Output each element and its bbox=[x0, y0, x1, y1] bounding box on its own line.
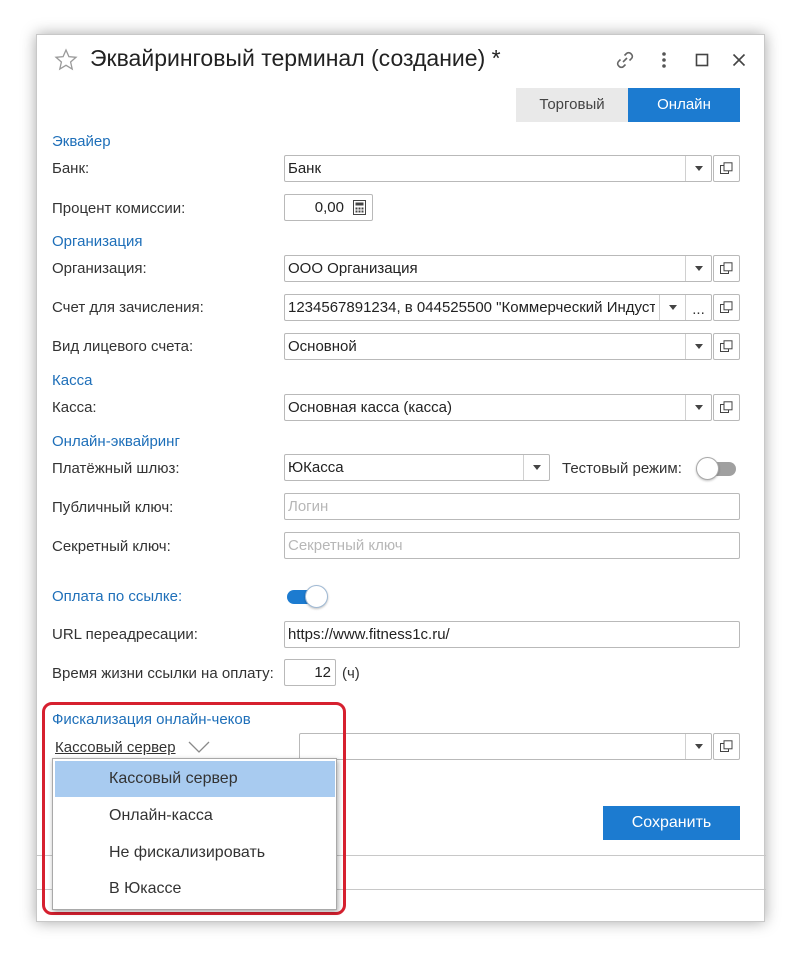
organization-field[interactable]: ООО Организация bbox=[284, 255, 712, 282]
chevron-down-icon bbox=[532, 465, 541, 470]
bank-field[interactable]: Банк bbox=[284, 155, 712, 182]
account-dropdown-button[interactable] bbox=[659, 295, 685, 320]
toggle-knob bbox=[696, 457, 719, 480]
more-button[interactable] bbox=[651, 47, 677, 73]
bank-dropdown-button[interactable] bbox=[685, 156, 711, 181]
cashbox-dropdown-button[interactable] bbox=[685, 395, 711, 420]
tab-trade[interactable]: Торговый bbox=[516, 88, 628, 122]
public-key-placeholder: Логин bbox=[288, 498, 329, 515]
organization-open-button[interactable] bbox=[713, 255, 740, 282]
section-cashbox: Касса bbox=[52, 372, 93, 389]
bank-value: Банк bbox=[288, 160, 322, 177]
chevron-down-icon bbox=[694, 744, 703, 749]
link-icon bbox=[616, 51, 634, 69]
fiscal-device-open-button[interactable] bbox=[713, 733, 740, 760]
public-key-label: Публичный ключ: bbox=[52, 499, 174, 516]
chevron-down-icon bbox=[694, 166, 703, 171]
open-form-icon bbox=[720, 740, 733, 752]
redirect-url-value: https://www.fitness1c.ru/ bbox=[288, 626, 450, 643]
account-type-open-button[interactable] bbox=[713, 333, 740, 360]
link-lifetime-unit: (ч) bbox=[342, 665, 360, 682]
chevron-down-icon bbox=[694, 266, 703, 271]
maximize-icon bbox=[695, 53, 709, 67]
gateway-value: ЮКасса bbox=[288, 459, 344, 476]
fiscal-device-field[interactable] bbox=[299, 733, 712, 760]
tab-online[interactable]: Онлайн bbox=[628, 88, 740, 122]
organization-dropdown-button[interactable] bbox=[685, 256, 711, 281]
maximize-button[interactable] bbox=[689, 47, 715, 73]
dropdown-option-online-cashbox[interactable]: Онлайн-касса bbox=[55, 798, 335, 834]
commission-value: 0,00 bbox=[314, 199, 344, 216]
calculator-icon bbox=[352, 200, 366, 215]
dropdown-option-no-fiscalization[interactable]: Не фискализировать bbox=[55, 835, 335, 871]
more-vertical-icon bbox=[662, 52, 666, 68]
gateway-dropdown-button[interactable] bbox=[523, 455, 549, 480]
cashbox-value: Основная касса (касса) bbox=[288, 399, 452, 416]
public-key-input[interactable]: Логин bbox=[284, 493, 740, 520]
redirect-url-label: URL переадресации: bbox=[52, 626, 198, 643]
gateway-label: Платёжный шлюз: bbox=[52, 460, 180, 477]
bank-open-button[interactable] bbox=[713, 155, 740, 182]
cashbox-field[interactable]: Основная касса (касса) bbox=[284, 394, 712, 421]
test-mode-toggle[interactable] bbox=[696, 457, 740, 480]
open-form-icon bbox=[720, 401, 733, 413]
account-open-button[interactable] bbox=[713, 294, 740, 321]
fiscal-device-dropdown-button[interactable] bbox=[685, 734, 711, 759]
gateway-field[interactable]: ЮКасса bbox=[284, 454, 550, 481]
pay-by-link-toggle[interactable] bbox=[285, 585, 329, 608]
toggle-knob bbox=[305, 585, 328, 608]
section-organization: Организация bbox=[52, 233, 143, 250]
link-button[interactable] bbox=[612, 47, 638, 73]
commission-field[interactable]: 0,00 bbox=[284, 194, 373, 221]
secret-key-label: Секретный ключ: bbox=[52, 538, 171, 555]
star-icon[interactable] bbox=[54, 48, 78, 72]
open-form-icon bbox=[720, 162, 733, 174]
section-pay-by-link: Оплата по ссылке: bbox=[52, 588, 183, 605]
commission-label: Процент комиссии: bbox=[52, 200, 186, 217]
test-mode-label: Тестовый режим: bbox=[562, 460, 682, 477]
section-online-acquiring: Онлайн-эквайринг bbox=[52, 433, 180, 450]
close-icon bbox=[732, 53, 746, 67]
open-form-icon bbox=[720, 262, 733, 274]
section-acquirer: Эквайер bbox=[52, 133, 111, 150]
chevron-down-icon bbox=[694, 344, 703, 349]
account-field[interactable]: 1234567891234, в 044525500 "Коммерческий… bbox=[284, 294, 712, 321]
link-lifetime-label: Время жизни ссылки на оплату: bbox=[52, 665, 274, 682]
save-button[interactable]: Сохранить bbox=[603, 806, 740, 840]
close-button[interactable] bbox=[726, 47, 752, 73]
cashbox-open-button[interactable] bbox=[713, 394, 740, 421]
organization-label: Организация: bbox=[52, 260, 147, 277]
secret-key-placeholder: Секретный ключ bbox=[288, 537, 403, 554]
secret-key-input[interactable]: Секретный ключ bbox=[284, 532, 740, 559]
fiscalization-mode-dropdown: Кассовый сервер Онлайн-касса Не фискализ… bbox=[52, 758, 337, 910]
chevron-down-icon bbox=[668, 305, 677, 310]
account-select-button[interactable]: ... bbox=[685, 295, 711, 320]
organization-value: ООО Организация bbox=[288, 260, 418, 277]
bank-label: Банк: bbox=[52, 160, 90, 177]
calculator-button[interactable] bbox=[346, 195, 372, 220]
dropdown-option-cash-server[interactable]: Кассовый сервер bbox=[55, 761, 335, 797]
dropdown-option-in-yookassa[interactable]: В Юкассе bbox=[55, 871, 335, 907]
open-form-icon bbox=[720, 301, 733, 313]
link-lifetime-input[interactable]: 12 bbox=[284, 659, 336, 686]
account-value: 1234567891234, в 044525500 "Коммерческий… bbox=[288, 299, 655, 316]
account-type-value: Основной bbox=[288, 338, 357, 355]
cashbox-label: Касса: bbox=[52, 399, 97, 416]
chevron-down-icon bbox=[694, 405, 703, 410]
link-lifetime-value: 12 bbox=[314, 664, 331, 681]
open-form-icon bbox=[720, 340, 733, 352]
account-type-field[interactable]: Основной bbox=[284, 333, 712, 360]
page-title: Эквайринговый терминал (создание) * bbox=[90, 45, 501, 71]
redirect-url-input[interactable]: https://www.fitness1c.ru/ bbox=[284, 621, 740, 648]
account-type-label: Вид лицевого счета: bbox=[52, 338, 194, 355]
account-type-dropdown-button[interactable] bbox=[685, 334, 711, 359]
account-label: Счет для зачисления: bbox=[52, 299, 204, 316]
